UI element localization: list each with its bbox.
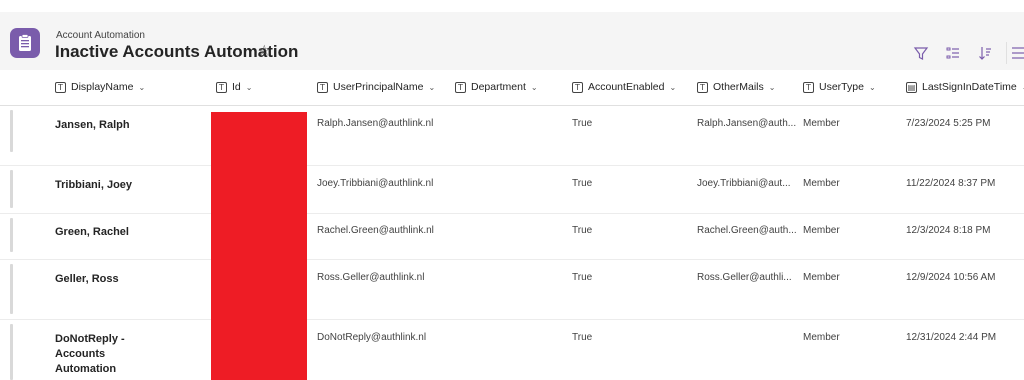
- cell-usertype: Member: [803, 178, 840, 189]
- column-label: LastSignInDateTime: [922, 81, 1017, 93]
- column-label: OtherMails: [713, 81, 764, 93]
- cell-displayname[interactable]: Geller, Ross: [55, 272, 165, 287]
- cell-accountenabled: True: [572, 225, 593, 236]
- cell-accountenabled: True: [572, 272, 593, 283]
- cell-displayname[interactable]: Jansen, Ralph: [55, 118, 165, 133]
- clipboard-icon: [19, 34, 31, 51]
- cell-displayname[interactable]: DoNotReply - Accounts Automation: [55, 332, 165, 377]
- cell-lastsignin: 12/3/2024 8:18 PM: [906, 225, 991, 236]
- column-label: Department: [471, 81, 526, 93]
- calendar-column-icon: ▤: [906, 81, 917, 93]
- cell-othermails: Joey.Tribbiani@aut...: [697, 178, 791, 189]
- row-select-handle[interactable]: [10, 218, 13, 252]
- column-header-userprincipalname[interactable]: T UserPrincipalName ⌄: [317, 81, 435, 93]
- column-header-row: T DisplayName ⌄ T Id ⌄ T UserPrincipalNa…: [0, 70, 1024, 106]
- column-header-lastsignindatetime[interactable]: ▤ LastSignInDateTime ⌄: [906, 81, 1024, 93]
- text-column-icon: T: [455, 81, 466, 93]
- row-select-handle[interactable]: [10, 264, 13, 314]
- column-label: UserPrincipalName: [333, 81, 424, 93]
- cell-displayname[interactable]: Tribbiani, Joey: [55, 178, 165, 193]
- chevron-down-icon: ⌄: [428, 82, 436, 92]
- cell-lastsignin: 11/22/2024 8:37 PM: [906, 178, 996, 189]
- group-by-icon[interactable]: [942, 42, 964, 64]
- breadcrumb-site[interactable]: Account Automation: [56, 30, 145, 41]
- sort-icon[interactable]: [974, 42, 996, 64]
- column-header-usertype[interactable]: T UserType ⌄: [803, 81, 876, 93]
- cell-lastsignin: 12/31/2024 2:44 PM: [906, 332, 997, 343]
- chevron-down-icon: ⌄: [530, 82, 538, 92]
- cell-usertype: Member: [803, 272, 840, 283]
- cell-userprincipalname: Rachel.Green@authlink.nl: [317, 225, 434, 236]
- table-row[interactable]: Tribbiani, Joey Joey.Tribbiani@authlink.…: [0, 166, 1024, 214]
- table-row[interactable]: Jansen, Ralph Ralph.Jansen@authlink.nl T…: [0, 106, 1024, 166]
- list-grid: T DisplayName ⌄ T Id ⌄ T UserPrincipalNa…: [0, 70, 1024, 380]
- text-column-icon: T: [572, 81, 583, 93]
- column-label: AccountEnabled: [588, 81, 665, 93]
- chevron-down-icon: ⌄: [868, 82, 876, 92]
- text-column-icon: T: [803, 81, 814, 93]
- cell-userprincipalname: DoNotReply@authlink.nl: [317, 332, 427, 343]
- text-column-icon: T: [317, 81, 328, 93]
- cell-userprincipalname: Joey.Tribbiani@authlink.nl: [317, 178, 434, 189]
- table-row[interactable]: Green, Rachel Rachel.Green@authlink.nl T…: [0, 214, 1024, 260]
- cell-lastsignin: 7/23/2024 5:25 PM: [906, 118, 991, 129]
- column-header-accountenabled[interactable]: T AccountEnabled ⌄: [572, 81, 676, 93]
- filter-icon[interactable]: [910, 42, 932, 64]
- cell-othermails: Rachel.Green@auth...: [697, 225, 797, 236]
- cell-othermails: Ralph.Jansen@auth...: [697, 118, 797, 129]
- cell-othermails: Ross.Geller@authli...: [697, 272, 792, 283]
- text-column-icon: T: [55, 81, 66, 93]
- cell-accountenabled: True: [572, 118, 593, 129]
- cell-usertype: Member: [803, 225, 840, 236]
- view-options-icon[interactable]: [1006, 42, 1024, 64]
- chevron-down-icon: ⌄: [768, 82, 776, 92]
- cell-usertype: Member: [803, 118, 840, 129]
- cell-userprincipalname: Ross.Geller@authlink.nl: [317, 272, 425, 283]
- text-column-icon: T: [697, 81, 708, 93]
- cell-accountenabled: True: [572, 178, 593, 189]
- column-header-displayname[interactable]: T DisplayName ⌄: [55, 81, 145, 93]
- column-label: DisplayName: [71, 81, 134, 93]
- cell-accountenabled: True: [572, 332, 593, 343]
- column-header-id[interactable]: T Id ⌄: [216, 81, 252, 93]
- chevron-down-icon: ⌄: [138, 82, 146, 92]
- chevron-down-icon: ⌄: [245, 82, 253, 92]
- cell-displayname[interactable]: Green, Rachel: [55, 225, 165, 240]
- list-app-icon[interactable]: [10, 28, 40, 58]
- cell-usertype: Member: [803, 332, 840, 343]
- column-label: UserType: [819, 81, 864, 93]
- column-label: Id: [232, 81, 241, 93]
- cell-lastsignin: 12/9/2024 10:56 AM: [906, 272, 996, 283]
- row-select-handle[interactable]: [10, 170, 13, 208]
- cell-userprincipalname: Ralph.Jansen@authlink.nl: [317, 118, 434, 129]
- redacted-id-column: [211, 112, 307, 380]
- text-column-icon: T: [216, 81, 227, 93]
- row-select-handle[interactable]: [10, 110, 13, 152]
- chevron-down-icon: ⌄: [669, 82, 677, 92]
- favorite-star-icon[interactable]: ☆: [258, 42, 271, 59]
- table-row[interactable]: DoNotReply - Accounts Automation DoNotRe…: [0, 320, 1024, 380]
- column-header-othermails[interactable]: T OtherMails ⌄: [697, 81, 775, 93]
- column-header-department[interactable]: T Department ⌄: [455, 81, 538, 93]
- row-select-handle[interactable]: [10, 324, 13, 380]
- list-header: Account Automation Inactive Accounts Aut…: [0, 12, 1024, 70]
- table-row[interactable]: Geller, Ross Ross.Geller@authlink.nl Tru…: [0, 260, 1024, 320]
